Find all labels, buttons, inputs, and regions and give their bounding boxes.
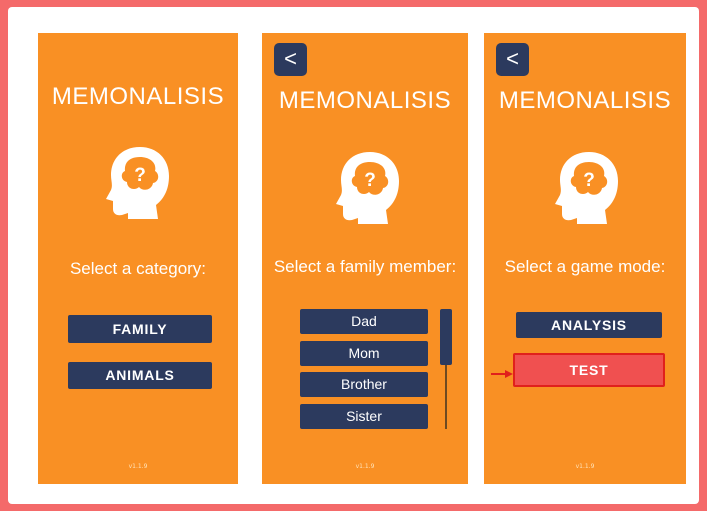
category-prompt: Select a category: [69, 259, 207, 278]
head-question-icon: ? [555, 152, 618, 224]
app-title: MEMONALISIS [498, 87, 672, 114]
family-button[interactable]: FAMILY [68, 315, 212, 343]
version-label: v1.1.9 [355, 463, 375, 470]
member-button-brother[interactable]: Brother [300, 372, 428, 397]
back-button[interactable]: < [496, 43, 529, 76]
animals-button[interactable]: ANIMALS [68, 362, 212, 389]
member-list-scrollbar[interactable] [440, 309, 452, 429]
family-member-screen: < MEMONALISIS ? Select a family member: … [262, 33, 468, 484]
test-button[interactable]: TEST [513, 353, 665, 387]
svg-text:?: ? [134, 165, 146, 186]
game-mode-screen: < MEMONALISIS ? Select a game mode: ANAL… [484, 33, 686, 484]
head-question-icon: ? [106, 147, 169, 219]
back-button[interactable]: < [274, 43, 307, 76]
member-button-dad[interactable]: Dad [300, 309, 428, 334]
version-label: v1.1.9 [128, 463, 148, 470]
category-screen: MEMONALISIS ? Select a category: FAMILY … [38, 33, 238, 484]
head-question-icon: ? [336, 152, 399, 224]
app-title: MEMONALISIS [278, 87, 452, 114]
red-arrow-icon [491, 370, 513, 378]
svg-text:?: ? [583, 170, 595, 191]
member-button-mom[interactable]: Mom [300, 341, 428, 366]
family-member-prompt: Select a family member: [273, 257, 457, 276]
scrollbar-thumb[interactable] [440, 309, 452, 365]
app-title: MEMONALISIS [51, 83, 225, 110]
member-button-sister[interactable]: Sister [300, 404, 428, 429]
scrollbar-rail [445, 359, 447, 429]
analysis-button[interactable]: ANALYSIS [516, 312, 662, 338]
svg-text:?: ? [364, 170, 376, 191]
version-label: v1.1.9 [575, 463, 595, 470]
game-mode-prompt: Select a game mode: [504, 257, 666, 276]
